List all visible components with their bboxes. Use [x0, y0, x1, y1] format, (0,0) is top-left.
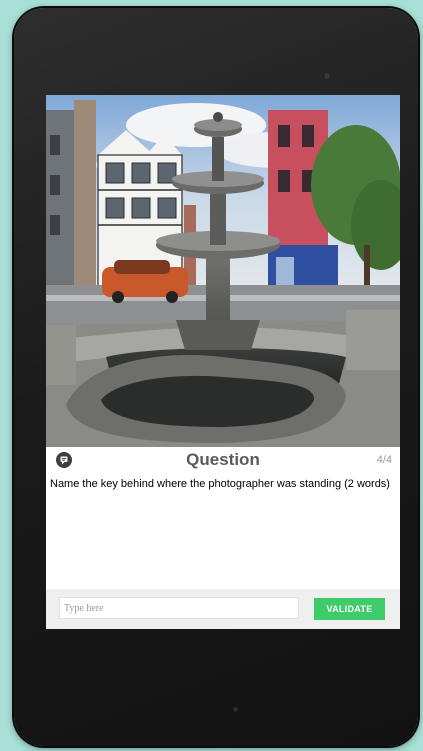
question-header: Question 4/4 [46, 447, 400, 473]
question-title: Question [186, 450, 260, 469]
validate-button[interactable]: VALIDATE [314, 598, 385, 620]
app-screen: Question 4/4 Name the key behind where t… [46, 95, 400, 629]
photo-fountain [46, 95, 400, 447]
question-text: Name the key behind where the photograph… [50, 478, 390, 490]
answer-input[interactable] [59, 597, 299, 619]
question-counter: 4/4 [376, 454, 392, 466]
answer-bar: VALIDATE [46, 589, 400, 629]
home-indicator-dot [233, 707, 238, 712]
front-camera [323, 72, 331, 80]
